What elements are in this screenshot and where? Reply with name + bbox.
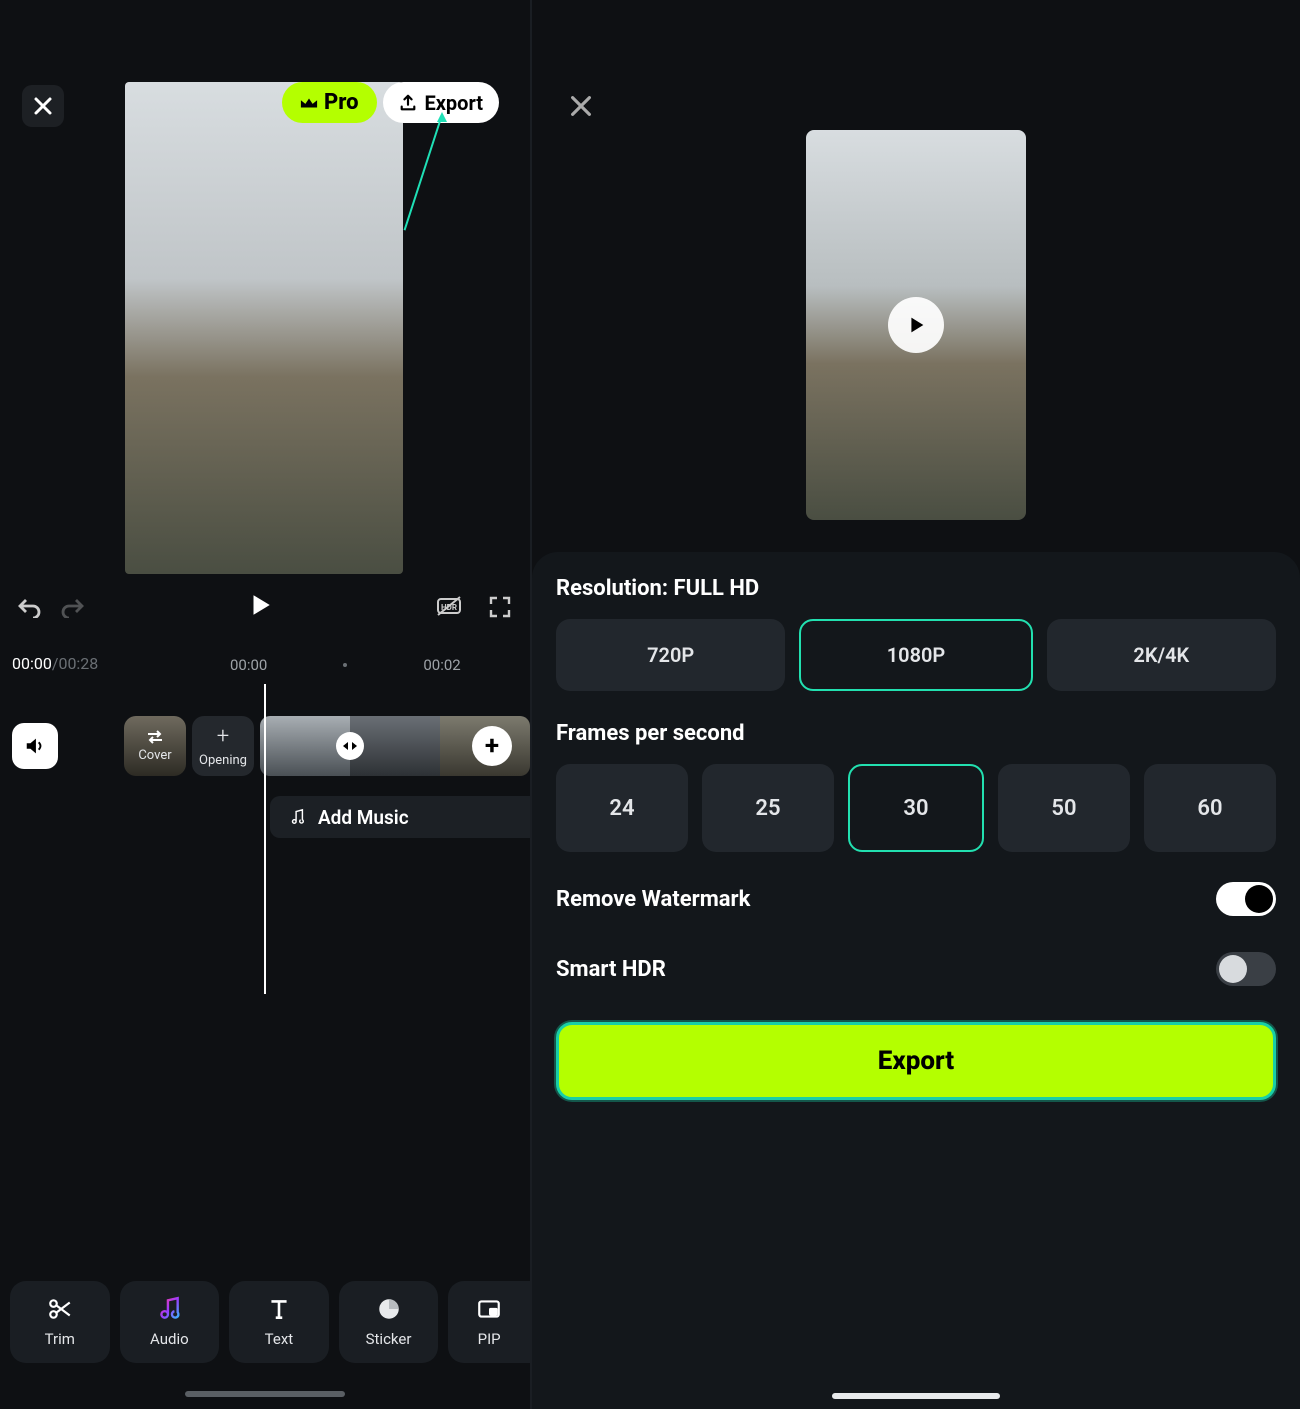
tool-audio[interactable]: Audio: [120, 1281, 220, 1363]
top-actions: Pro Export: [282, 82, 499, 123]
playback-controls: HDR: [0, 592, 530, 622]
add-music-label: Add Music: [318, 806, 409, 829]
tool-trim[interactable]: Trim: [10, 1281, 110, 1363]
mark: 00:02: [423, 656, 460, 674]
remove-watermark-label: Remove Watermark: [556, 887, 750, 912]
resolution-720p[interactable]: 720P: [556, 619, 785, 691]
opening-button[interactable]: + Opening: [192, 716, 254, 776]
export-icon: [399, 94, 417, 112]
export-label: Export: [425, 91, 484, 115]
tool-label: Audio: [150, 1330, 189, 1348]
smart-hdr-label: Smart HDR: [556, 957, 666, 982]
resolution-1080p[interactable]: 1080P: [799, 619, 1032, 691]
close-icon: [569, 94, 593, 118]
fps-50[interactable]: 50: [998, 764, 1130, 852]
video-preview[interactable]: [125, 82, 403, 574]
play-icon: [905, 314, 927, 336]
tool-label: Text: [265, 1330, 294, 1348]
music-note-icon: [156, 1296, 182, 1322]
home-indicator[interactable]: [185, 1391, 345, 1397]
remove-watermark-toggle[interactable]: [1216, 882, 1276, 916]
sticker-icon: [376, 1296, 402, 1322]
undo-button[interactable]: [18, 596, 42, 618]
smart-hdr-row: Smart HDR: [556, 952, 1276, 986]
text-icon: [266, 1296, 292, 1322]
tool-text[interactable]: Text: [229, 1281, 329, 1363]
smart-hdr-toggle[interactable]: [1216, 952, 1276, 986]
pro-label: Pro: [324, 90, 359, 115]
close-icon: [33, 96, 53, 116]
export-confirm-button[interactable]: Export: [556, 1022, 1276, 1100]
pip-icon: [476, 1296, 502, 1322]
fps-25[interactable]: 25: [702, 764, 834, 852]
resolution-label: Resolution: FULL HD: [556, 576, 1276, 601]
transition-button[interactable]: [336, 732, 364, 760]
cover-label: Cover: [138, 748, 171, 763]
total-time: /00:28: [52, 654, 98, 673]
crown-icon: [300, 96, 318, 110]
fps-24[interactable]: 24: [556, 764, 688, 852]
tool-label: Sticker: [366, 1330, 412, 1348]
playhead[interactable]: [264, 684, 266, 994]
resolution-2k4k[interactable]: 2K/4K: [1047, 619, 1276, 691]
speaker-icon: [24, 735, 46, 757]
tool-label: Trim: [45, 1330, 75, 1348]
mute-button[interactable]: [12, 723, 58, 769]
swap-icon: [146, 730, 164, 744]
play-icon: [247, 592, 273, 618]
music-icon: [288, 808, 306, 826]
add-clip-button[interactable]: +: [472, 726, 512, 766]
play-button[interactable]: [247, 592, 273, 622]
fps-30[interactable]: 30: [848, 764, 984, 852]
fullscreen-button[interactable]: [488, 595, 512, 619]
fps-60[interactable]: 60: [1144, 764, 1276, 852]
hdr-toggle-button[interactable]: HDR: [436, 595, 462, 617]
plus-icon: +: [217, 724, 229, 749]
fps-label: Frames per second: [556, 721, 1276, 746]
add-music-button[interactable]: Add Music: [270, 796, 530, 838]
redo-button[interactable]: [60, 596, 84, 618]
cover-button[interactable]: Cover: [124, 716, 186, 776]
tool-label: PIP: [478, 1330, 501, 1348]
export-confirm-label: Export: [878, 1046, 954, 1076]
clip-track[interactable]: +: [260, 716, 530, 776]
opening-label: Opening: [199, 753, 247, 768]
resolution-options: 720P 1080P 2K/4K: [556, 619, 1276, 691]
current-time: 00:00: [12, 654, 52, 673]
tool-sticker[interactable]: Sticker: [339, 1281, 439, 1363]
scissors-icon: [47, 1296, 73, 1322]
clip-thumb[interactable]: [350, 716, 440, 776]
home-indicator[interactable]: [832, 1393, 1000, 1399]
fps-options: 24 25 30 50 60: [556, 764, 1276, 852]
editor-panel: Pro Export HDR 00:00/00:28 00:00 00:02 0…: [0, 0, 530, 1409]
remove-watermark-row: Remove Watermark: [556, 882, 1276, 916]
export-panel: Resolution: FULL HD 720P 1080P 2K/4K Fra…: [530, 0, 1300, 1409]
close-export-button[interactable]: [560, 85, 602, 127]
timecode: 00:00/00:28: [12, 654, 98, 673]
preview-play-button[interactable]: [888, 297, 944, 353]
export-settings-sheet: Resolution: FULL HD 720P 1080P 2K/4K Fra…: [532, 552, 1300, 1409]
timeline[interactable]: Cover + Opening +: [12, 716, 530, 776]
export-preview[interactable]: [806, 130, 1026, 520]
close-button[interactable]: [22, 85, 64, 127]
bottom-toolbar: Trim Audio Text Sticker PIP: [10, 1281, 530, 1363]
mark: 00:00: [230, 656, 267, 674]
pro-button[interactable]: Pro: [282, 82, 377, 123]
transition-icon: [342, 741, 358, 751]
tool-pip[interactable]: PIP: [448, 1281, 530, 1363]
annotation-arrow: [404, 118, 442, 231]
